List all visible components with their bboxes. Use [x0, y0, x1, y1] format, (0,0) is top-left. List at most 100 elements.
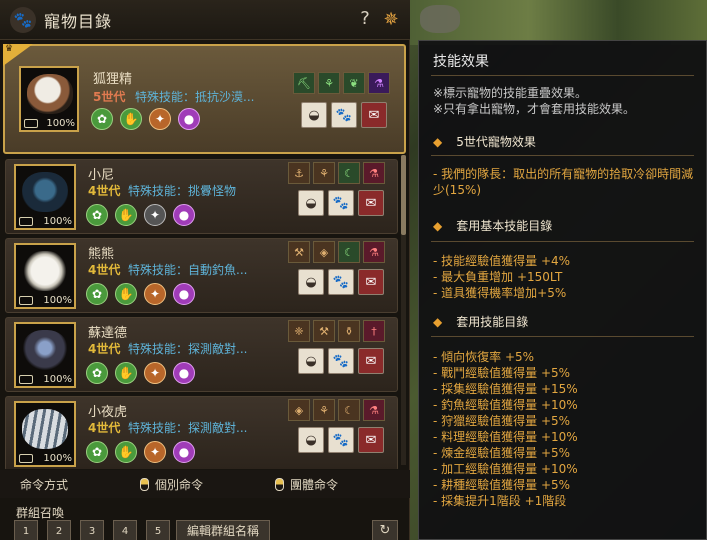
release-button[interactable]: ✉	[358, 427, 384, 453]
group-4-button[interactable]: 4	[113, 520, 137, 540]
pet-condition-icons: ✿ ✋ ✦ ●	[86, 283, 195, 305]
compass-icon[interactable]: ✦	[149, 108, 171, 130]
wheat-icon: ❈	[288, 320, 310, 342]
leaf-icon: ❦	[343, 72, 365, 94]
feed-bowl-button[interactable]: ◒	[298, 190, 324, 216]
pet-special-skill: 特殊技能：挑釁怪物	[128, 184, 237, 198]
pet-card[interactable]: h 100% 熊熊 4世代 特殊技能：自動釣魚... ✿ ✋ ✦ ● ⚒ ◈ ☾…	[5, 238, 398, 313]
hide-icon: ◈	[288, 399, 310, 421]
pet-generation: 4世代	[88, 421, 121, 435]
group-2-button[interactable]: 2	[47, 520, 71, 540]
effect-line: - 戰鬥經驗值獲得量 +5%	[433, 366, 571, 380]
sack-icon[interactable]: ●	[173, 441, 195, 463]
command-bar: 命令方式 個別命令 團體命令	[0, 470, 410, 498]
sickle-icon: ☾	[338, 241, 360, 263]
group-1-button[interactable]: 1	[14, 520, 38, 540]
release-button[interactable]: ✉	[358, 190, 384, 216]
effect-line: - 我們的隊長：取出的所有寵物的拾取冷卻時間減少(15%)	[433, 167, 694, 197]
pet-card[interactable]: h 100% 小尼 4世代 特殊技能：挑釁怪物 ✿ ✋ ✦ ● ⚓ ⚘ ☾ ⚗ …	[5, 159, 398, 234]
pet-fox-image	[27, 74, 73, 114]
hand-icon: h	[19, 454, 33, 463]
hand-skill-icon[interactable]: ✋	[120, 108, 142, 130]
settings-star-icon[interactable]: ✵	[380, 9, 402, 31]
group-3-button[interactable]: 3	[80, 520, 104, 540]
hammer-icon: ⚒	[288, 241, 310, 263]
pet-generation: 5世代	[93, 90, 126, 104]
help-button[interactable]: ?	[355, 8, 375, 32]
release-button[interactable]: ✉	[358, 348, 384, 374]
pet-card[interactable]: h 100% 小夜虎 4世代 特殊技能：探測敵對... ✿ ✋ ✦ ● ◈ ⚘ …	[5, 396, 398, 469]
mouse-icon	[275, 477, 284, 491]
sack-icon[interactable]: ●	[173, 283, 195, 305]
pet-condition-icons: ✿ ✋ ✦ ●	[86, 441, 195, 463]
compass-icon[interactable]: ✦	[144, 362, 166, 384]
pet-skill-icons: ❈ ⚒ ⚱ †	[288, 320, 385, 342]
feed-icon[interactable]: ✿	[86, 362, 108, 384]
feed-icon[interactable]: ✿	[86, 283, 108, 305]
scrollbar-thumb[interactable]	[401, 155, 406, 235]
diamond-icon: ◆	[433, 135, 443, 149]
feed-icon[interactable]: ✿	[86, 441, 108, 463]
paw-button[interactable]: 🐾	[331, 102, 357, 128]
hand-skill-icon[interactable]: ✋	[115, 441, 137, 463]
feed-icon[interactable]: ✿	[86, 204, 108, 226]
feed-bowl-button[interactable]: ◒	[298, 269, 324, 295]
pet-percent: 100%	[43, 295, 72, 306]
section-heading: ◆ 套用技能目錄	[433, 313, 528, 330]
hand-skill-icon[interactable]: ✋	[115, 204, 137, 226]
group-command-option[interactable]: 團體命令	[275, 476, 338, 493]
edit-group-name-button[interactable]: 編輯群組名稱	[176, 520, 270, 540]
feed-bowl-button[interactable]: ◒	[298, 427, 324, 453]
sack-icon[interactable]: ●	[173, 204, 195, 226]
sack-icon[interactable]: ●	[173, 362, 195, 384]
individual-command-option[interactable]: 個別命令	[140, 476, 203, 493]
refresh-icon[interactable]: ↻	[372, 520, 398, 540]
divider	[431, 336, 694, 337]
effect-line: - 料理經驗值獲得量 +10%	[433, 430, 578, 444]
release-button[interactable]: ✉	[361, 102, 387, 128]
sword-icon: †	[363, 320, 385, 342]
individual-command-label: 個別命令	[155, 477, 204, 492]
release-button[interactable]: ✉	[358, 269, 384, 295]
pet-dog-image	[22, 330, 68, 370]
paw-button[interactable]: 🐾	[328, 190, 354, 216]
window-titlebar[interactable]: 🐾 寵物目錄 ? ✵	[0, 0, 410, 40]
potion-icon: ⚗	[363, 399, 385, 421]
effect-line: - 耕種經驗值獲得量 +5%	[433, 478, 571, 492]
pet-special-skill: 特殊技能：探測敵對...	[128, 342, 248, 356]
effect-line: - 道具獲得機率增加+5%	[433, 286, 567, 300]
sack-icon[interactable]: ●	[178, 108, 200, 130]
hand-icon: h	[19, 375, 33, 384]
divider	[431, 241, 694, 242]
effect-line: - 傾向恢復率 +5%	[433, 350, 535, 364]
tooltip-title: 技能效果	[433, 54, 489, 70]
pet-card[interactable]: h 100% 蘇達德 4世代 特殊技能：探測敵對... ✿ ✋ ✦ ● ❈ ⚒ …	[5, 317, 398, 392]
effect-line: - 狩獵經驗值獲得量 +5%	[433, 414, 571, 428]
compass-icon[interactable]: ✦	[144, 283, 166, 305]
group-summon-buttons: 1 2 3 4 5	[14, 520, 170, 540]
effect-line: - 釣魚經驗值獲得量 +10%	[433, 398, 578, 412]
feed-bowl-button[interactable]: ◒	[301, 102, 327, 128]
pet-card[interactable]: ♛ h 100% 狐狸精 5世代 特殊技能：抵抗沙漠... ✿ ✋ ✦ ● ⛏ …	[3, 44, 406, 154]
hand-skill-icon[interactable]: ✋	[115, 283, 137, 305]
effect-line: - 煉金經驗值獲得量 +5%	[433, 446, 571, 460]
pet-percent: 100%	[46, 118, 75, 129]
pet-list-scrollbar[interactable]	[401, 155, 406, 465]
paw-button[interactable]: 🐾	[328, 269, 354, 295]
compass-icon[interactable]: ✦	[144, 204, 166, 226]
compass-icon[interactable]: ✦	[144, 441, 166, 463]
hand-skill-icon[interactable]: ✋	[115, 362, 137, 384]
feed-bowl-button[interactable]: ◒	[298, 348, 324, 374]
group-5-button[interactable]: 5	[146, 520, 170, 540]
paw-button[interactable]: 🐾	[328, 348, 354, 374]
pet-skill-icons: ◈ ⚘ ☾ ⚗	[288, 399, 385, 421]
group-command-label: 團體命令	[290, 477, 339, 492]
pet-name: 蘇達德	[88, 326, 128, 341]
feed-icon[interactable]: ✿	[91, 108, 113, 130]
divider	[431, 75, 694, 76]
section-title: 套用基本技能目錄	[456, 219, 553, 233]
sickle-icon: ☾	[338, 399, 360, 421]
paw-button[interactable]: 🐾	[328, 427, 354, 453]
hand-icon: h	[24, 119, 38, 128]
effect-line: - 加工經驗值獲得量 +10%	[433, 462, 578, 476]
